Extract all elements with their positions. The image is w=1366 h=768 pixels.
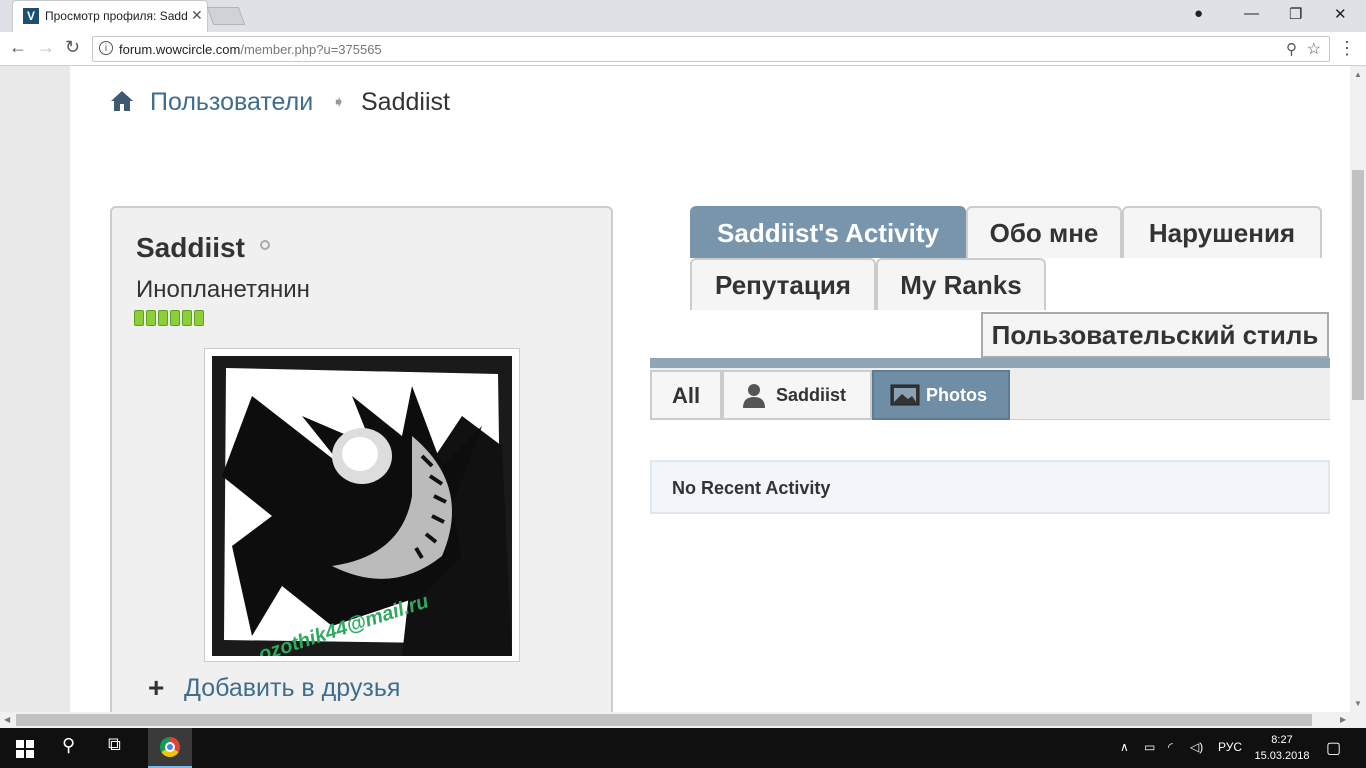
back-icon[interactable]: ← — [9, 37, 27, 58]
breadcrumb-arrow-icon: ➧ — [332, 94, 346, 111]
battery-icon[interactable]: ▭ — [1144, 740, 1155, 754]
add-friend-label[interactable]: Добавить в друзья — [184, 674, 400, 703]
tab-about[interactable]: Обо мне — [966, 206, 1122, 258]
task-view-icon[interactable]: ⧉ — [108, 734, 121, 755]
browser-tab[interactable]: V Просмотр профиля: Saddiist ✕ — [12, 0, 208, 32]
user-icon — [743, 384, 765, 408]
vertical-scroll-thumb[interactable] — [1352, 170, 1364, 400]
filter-user-button[interactable]: Saddiist — [722, 370, 872, 420]
horizontal-scrollbar[interactable]: ◀ ▶ — [0, 712, 1366, 728]
page-viewport: Пользователи ➧ Saddiist Saddiist Иноплан… — [0, 66, 1350, 712]
site-info-icon[interactable]: i — [99, 41, 113, 55]
tab-my-ranks[interactable]: My Ranks — [876, 258, 1046, 310]
plus-icon: + — [148, 672, 165, 703]
tab-title: Просмотр профиля: Saddiist — [45, 9, 187, 23]
bookmark-star-icon[interactable]: ☆ — [1307, 39, 1321, 59]
reputation-bar — [134, 310, 206, 328]
profile-icon[interactable]: ● — [1194, 5, 1203, 22]
language-indicator[interactable]: РУС — [1218, 740, 1242, 754]
scroll-down-icon[interactable]: ▼ — [1354, 699, 1362, 708]
chrome-icon — [160, 737, 180, 757]
clock-time: 8:27 — [1271, 734, 1293, 746]
profile-sidebar: Saddiist Инопланетянин ozothik44@mail.ru — [110, 206, 613, 712]
home-icon[interactable] — [110, 90, 134, 112]
browser-toolbar: ← → ↻ i forum.wowcircle.com/member.php?u… — [0, 32, 1366, 66]
address-bar[interactable]: i forum.wowcircle.com/member.php?u=37556… — [92, 36, 1330, 62]
breadcrumb-users-link[interactable]: Пользователи — [150, 88, 313, 117]
photo-icon — [890, 384, 920, 406]
volume-icon[interactable]: ◁) — [1190, 740, 1203, 754]
tray-expand-icon[interactable]: ∧ — [1120, 740, 1129, 754]
reputation-pip — [134, 310, 144, 326]
scroll-left-icon[interactable]: ◀ — [4, 715, 10, 724]
reload-icon[interactable]: ↻ — [65, 37, 80, 58]
user-title: Инопланетянин — [136, 276, 310, 303]
profile-username: Saddiist — [136, 232, 245, 263]
vertical-scrollbar[interactable]: ▲ ▼ — [1350, 66, 1366, 712]
browser-tab-strip: V Просмотр профиля: Saddiist ✕ ● — ❐ ✕ — [0, 0, 1366, 32]
taskbar: ⚲ ⧉ ∧ ▭ ◜ ◁) РУС 8:27 15.03.2018 ▢ — [0, 728, 1366, 768]
reputation-pip — [146, 310, 156, 326]
close-tab-icon[interactable]: ✕ — [191, 7, 203, 24]
tab-activity[interactable]: Saddiist's Activity — [690, 206, 966, 258]
filter-photos-button[interactable]: Photos — [872, 370, 1010, 420]
search-icon[interactable]: ⚲ — [62, 735, 75, 756]
new-tab-button[interactable] — [206, 7, 246, 25]
tab-content-divider — [650, 358, 1330, 368]
avatar-frame: ozothik44@mail.ru — [204, 348, 520, 662]
wifi-icon[interactable]: ◜ — [1168, 740, 1173, 754]
breadcrumb-current: Saddiist — [361, 88, 450, 116]
clock-date: 15.03.2018 — [1254, 750, 1310, 762]
zoom-icon[interactable]: ⚲ — [1286, 40, 1297, 58]
chrome-taskbar-button[interactable] — [148, 728, 192, 768]
avatar: ozothik44@mail.ru — [212, 356, 512, 656]
no-activity-text: No Recent Activity — [672, 478, 831, 498]
minimize-icon[interactable]: — — [1244, 5, 1259, 22]
activity-filter-bar: All Saddiist Photos — [650, 368, 1330, 420]
reputation-pip — [158, 310, 168, 326]
clock[interactable]: 8:27 15.03.2018 — [1254, 732, 1310, 764]
custom-style-button[interactable]: Пользовательский стиль — [981, 312, 1329, 358]
page-content: Пользователи ➧ Saddiist Saddiist Иноплан… — [70, 66, 1350, 712]
offline-status-icon — [260, 240, 270, 250]
reputation-pip — [194, 310, 204, 326]
windows-start-icon[interactable] — [16, 740, 34, 758]
scroll-up-icon[interactable]: ▲ — [1354, 70, 1362, 79]
restore-icon[interactable]: ❐ — [1289, 5, 1302, 23]
recent-activity-box: No Recent Activity — [650, 460, 1330, 514]
tab-reputation[interactable]: Репутация — [690, 258, 876, 310]
browser-menu-icon[interactable]: ⋮ — [1338, 38, 1356, 59]
site-favicon-icon: V — [23, 8, 39, 24]
filter-all-button[interactable]: All — [650, 370, 722, 420]
reputation-pip — [182, 310, 192, 326]
scroll-right-icon[interactable]: ▶ — [1340, 715, 1346, 724]
notifications-icon[interactable]: ▢ — [1326, 738, 1341, 758]
tab-infractions[interactable]: Нарушения — [1122, 206, 1322, 258]
horizontal-scroll-thumb[interactable] — [16, 714, 1312, 726]
forward-icon[interactable]: → — [37, 37, 55, 58]
url-text: forum.wowcircle.com/member.php?u=375565 — [119, 42, 382, 57]
reputation-pip — [170, 310, 180, 326]
close-window-icon[interactable]: ✕ — [1334, 5, 1347, 23]
